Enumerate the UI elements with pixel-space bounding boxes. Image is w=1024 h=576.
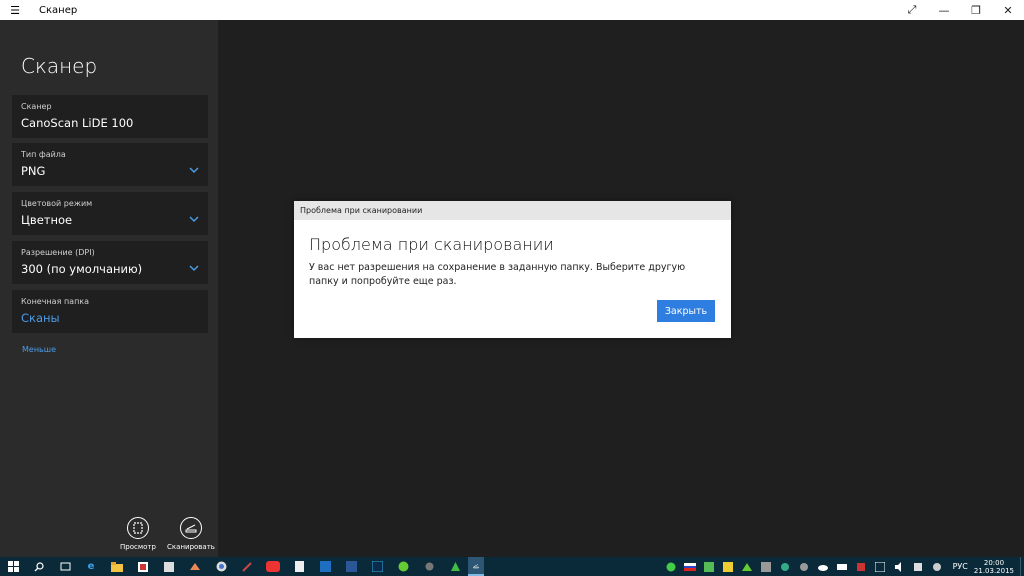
preview-button[interactable]: Просмотр xyxy=(108,517,168,551)
cloud-icon[interactable] xyxy=(817,561,830,572)
scan-button[interactable]: Сканировать xyxy=(161,517,221,551)
color-mode-dropdown[interactable]: Цветовой режим Цветное xyxy=(12,192,208,235)
scanner-icon xyxy=(180,517,202,539)
scanner-app-taskbar-icon[interactable] xyxy=(468,557,484,576)
outlook-icon[interactable] xyxy=(317,560,333,574)
dialog-message: У вас нет разрешения на сохранение в зад… xyxy=(309,262,686,287)
scanner-field-label: Сканер xyxy=(21,102,52,111)
app-icon[interactable] xyxy=(447,560,463,574)
language-indicator[interactable]: РУС xyxy=(953,562,968,571)
tray-app-icon[interactable] xyxy=(779,561,792,572)
word-icon[interactable] xyxy=(343,560,359,574)
app-icon[interactable] xyxy=(265,560,281,574)
clock-date: 21.03.2015 xyxy=(973,566,1014,575)
close-window-button[interactable]: ✕ xyxy=(992,0,1024,20)
minimize-button[interactable]: — xyxy=(928,0,960,20)
tray-app-icon[interactable] xyxy=(855,561,868,572)
destination-folder-field: Конечная папка Сканы xyxy=(12,290,208,333)
app-icon[interactable] xyxy=(395,560,411,574)
less-link[interactable]: Меньше xyxy=(22,345,56,354)
dialog-heading: Проблема при сканировании xyxy=(309,235,554,254)
file-type-dropdown[interactable]: Тип файла PNG xyxy=(12,143,208,186)
sidebar: Сканер Сканер CanoScan LiDE 100 Тип файл… xyxy=(0,20,218,557)
preview-icon xyxy=(127,517,149,539)
hamburger-menu-icon[interactable]: ☰ xyxy=(0,0,30,20)
tray-app-icon[interactable] xyxy=(760,561,773,572)
app-title: Сканер xyxy=(21,54,98,78)
file-type-label: Тип файла xyxy=(21,150,66,159)
dialog-close-button[interactable]: Закрыть xyxy=(657,300,715,322)
search-icon[interactable] xyxy=(31,560,47,574)
app-icon[interactable] xyxy=(135,560,151,574)
color-mode-label: Цветовой режим xyxy=(21,199,93,208)
flag-icon[interactable] xyxy=(684,561,697,572)
window-controls: ⤢ — ❐ ✕ xyxy=(896,0,1024,20)
chevron-down-icon xyxy=(189,216,199,223)
tray-app-icon[interactable] xyxy=(703,561,716,572)
error-dialog: Проблема при сканировании Проблема при с… xyxy=(294,201,731,338)
destination-folder-label: Конечная папка xyxy=(21,297,90,306)
app-icon[interactable] xyxy=(213,560,229,574)
scanner-field[interactable]: Сканер CanoScan LiDE 100 xyxy=(12,95,208,138)
file-explorer-icon[interactable] xyxy=(109,560,125,574)
resolution-value: 300 (по умолчанию) xyxy=(21,262,143,276)
start-icon[interactable] xyxy=(5,560,21,574)
destination-folder-link[interactable]: Сканы xyxy=(21,311,60,325)
tray-app-icon[interactable] xyxy=(836,561,849,572)
clock[interactable]: 20:00 21.03.2015 xyxy=(974,559,1014,575)
network-icon[interactable] xyxy=(874,561,887,572)
tray-app-icon[interactable] xyxy=(665,561,678,572)
notepad-icon[interactable] xyxy=(291,560,307,574)
system-tray: РУС 20:00 21.03.2015 xyxy=(662,557,1024,576)
app-icon[interactable] xyxy=(187,560,203,574)
resolution-dropdown[interactable]: Разрешение (DPI) 300 (по умолчанию) xyxy=(12,241,208,284)
file-type-value: PNG xyxy=(21,164,46,178)
app-icon[interactable] xyxy=(239,560,255,574)
photoshop-icon[interactable] xyxy=(369,560,385,574)
chevron-down-icon xyxy=(189,167,199,174)
tray-app-icon[interactable] xyxy=(741,561,754,572)
color-mode-value: Цветное xyxy=(21,213,73,227)
app-icon[interactable] xyxy=(161,560,177,574)
volume-icon[interactable] xyxy=(893,561,906,572)
clock-time: 20:00 xyxy=(983,558,1005,567)
tray-app-icon[interactable] xyxy=(798,561,811,572)
chevron-down-icon xyxy=(189,265,199,272)
tray-app-icon[interactable] xyxy=(722,561,735,572)
task-view-icon[interactable] xyxy=(57,560,73,574)
fullscreen-icon[interactable]: ⤢ xyxy=(896,0,928,20)
tray-app-icon[interactable] xyxy=(931,561,944,572)
scan-label: Сканировать xyxy=(167,543,215,551)
dialog-titlebar: Проблема при сканировании xyxy=(294,201,731,220)
restore-button[interactable]: ❐ xyxy=(960,0,992,20)
tray-app-icon[interactable] xyxy=(912,561,925,572)
resolution-label: Разрешение (DPI) xyxy=(21,248,95,257)
title-bar: ☰ Сканер ⤢ — ❐ ✕ xyxy=(0,0,1024,20)
internet-explorer-icon[interactable]: e xyxy=(83,560,99,574)
taskbar: e РУС 20:00 21.03.2015 xyxy=(0,557,1024,576)
scanner-field-value: CanoScan LiDE 100 xyxy=(21,116,134,130)
app-icon[interactable] xyxy=(421,560,437,574)
window-title: Сканер xyxy=(39,4,78,16)
preview-label: Просмотр xyxy=(120,543,156,551)
show-desktop-button[interactable] xyxy=(1020,557,1024,576)
